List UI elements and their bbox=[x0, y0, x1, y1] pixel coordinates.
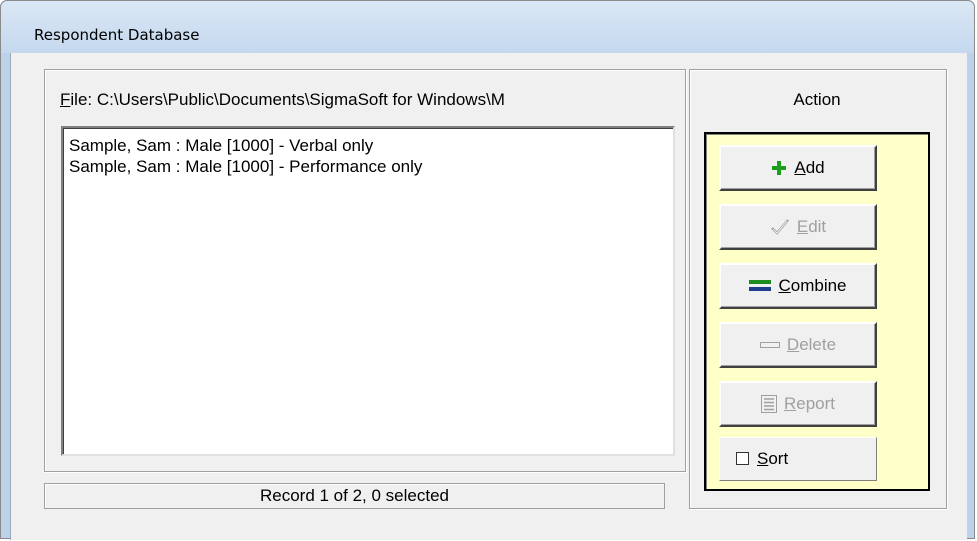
add-button-label: dd bbox=[805, 158, 825, 177]
action-title: Action bbox=[793, 90, 841, 109]
sort-label[interactable]: Sort bbox=[757, 449, 788, 469]
delete-button-accel: D bbox=[786, 335, 800, 354]
equals-icon bbox=[749, 279, 772, 293]
plus-icon bbox=[771, 160, 787, 176]
combine-button-accel: C bbox=[778, 276, 791, 295]
checkmark-icon bbox=[770, 218, 790, 236]
edit-button[interactable]: Edit bbox=[719, 204, 877, 250]
list-item[interactable]: Sample, Sam : Male [1000] - Verbal only bbox=[69, 136, 373, 156]
status-bar: Record 1 of 2, 0 selected bbox=[44, 483, 665, 509]
report-button[interactable]: Report bbox=[719, 381, 877, 427]
delete-button-label: elete bbox=[799, 335, 837, 354]
minus-icon bbox=[759, 341, 780, 349]
respondent-listbox[interactable]: Sample, Sam : Male [1000] - Verbal only … bbox=[61, 126, 675, 456]
add-button[interactable]: Add bbox=[719, 145, 877, 191]
add-button-accel: A bbox=[794, 158, 806, 177]
window-title: Respondent Database bbox=[34, 26, 200, 44]
list-item[interactable]: Sample, Sam : Male [1000] - Performance … bbox=[69, 157, 422, 177]
sort-checkbox[interactable] bbox=[736, 452, 749, 465]
sort-option: Sort bbox=[719, 437, 877, 481]
delete-button[interactable]: Delete bbox=[719, 322, 877, 368]
combine-button[interactable]: Combine bbox=[719, 263, 877, 309]
edit-button-accel: E bbox=[796, 217, 809, 236]
report-button-label: eport bbox=[796, 394, 836, 413]
report-button-accel: R bbox=[783, 394, 797, 413]
edit-button-label: dit bbox=[808, 217, 827, 236]
document-icon bbox=[760, 395, 777, 413]
title-bar[interactable]: Respondent Database bbox=[1, 1, 974, 53]
combine-button-label: ombine bbox=[790, 276, 847, 295]
file-path-label: File: C:\Users\Public\Documents\SigmaSof… bbox=[60, 90, 505, 109]
